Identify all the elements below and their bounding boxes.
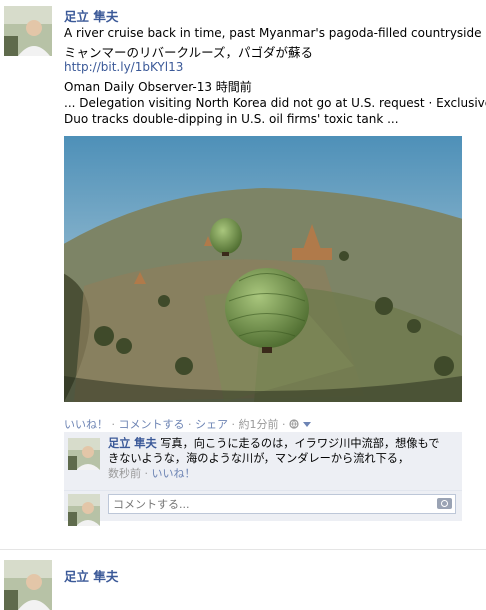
share-link[interactable]: シェア [195,418,228,431]
commenter-avatar[interactable] [68,438,100,470]
post-timestamp[interactable]: 約1分前 [239,418,279,431]
comment-item: 足立 隼夫 写真，向こうに走るのは，イラワジ川中流部，想像もで きないような，海… [64,432,462,491]
separator: · [231,418,236,431]
post-actions-bar: いいね！ · コメントする · シェア · 約1分前 · [64,416,311,432]
commenter-name-link[interactable]: 足立 隼夫 [108,437,157,450]
dropdown-arrow-icon [302,422,311,427]
comment-timestamp[interactable]: 数秒前 [108,467,141,480]
comment-compose-row [64,491,462,526]
comment-meta: 数秒前 · いいね！ [108,467,196,480]
privacy-globe-icon[interactable] [289,418,311,431]
separator: · [188,418,192,431]
next-post-author-link[interactable]: 足立 隼夫 [64,566,118,585]
separator: · [144,467,149,480]
author-name-link[interactable]: 足立 隼夫 [64,6,118,25]
post-snippet-line2: Duo tracks double-dipping in U.S. oil fi… [64,112,399,126]
post-snippet-line1: ... Delegation visiting North Korea did … [64,96,486,110]
separator: · [282,418,286,431]
post-link[interactable]: http://bit.ly/1bKYl13 [64,60,183,74]
comments-section: 足立 隼夫 写真，向こうに走るのは，イラワジ川中流部，想像もで きないような，海… [64,432,462,526]
feed-divider [0,549,486,550]
next-post-avatar[interactable] [4,560,52,610]
comment-body: 足立 隼夫 写真，向こうに走るのは，イラワジ川中流部，想像もで きないような，海… [108,436,456,481]
post-headline-en: A river cruise back in time, past Myanma… [64,26,482,40]
comment-text-line1: 写真，向こうに走るのは，イラワジ川中流部，想像もで [156,437,440,450]
author-avatar[interactable] [4,6,52,56]
comment-text-line2: きないような，海のような川が，マンダレーから流れ下る， [108,452,410,465]
camera-icon[interactable] [437,498,452,509]
separator: · [111,418,116,431]
comment-like-link[interactable]: いいね！ [152,467,196,480]
like-link[interactable]: いいね！ [64,418,108,431]
comment-link[interactable]: コメントする [119,418,185,431]
comment-input[interactable] [108,494,456,514]
post-source: Oman Daily Observer-13 時間前 [64,80,252,94]
post-headline-ja: ミャンマーのリバークルーズ，パゴダが蘇る [64,45,314,60]
composer-avatar [68,494,100,526]
post-photo[interactable] [64,136,462,402]
